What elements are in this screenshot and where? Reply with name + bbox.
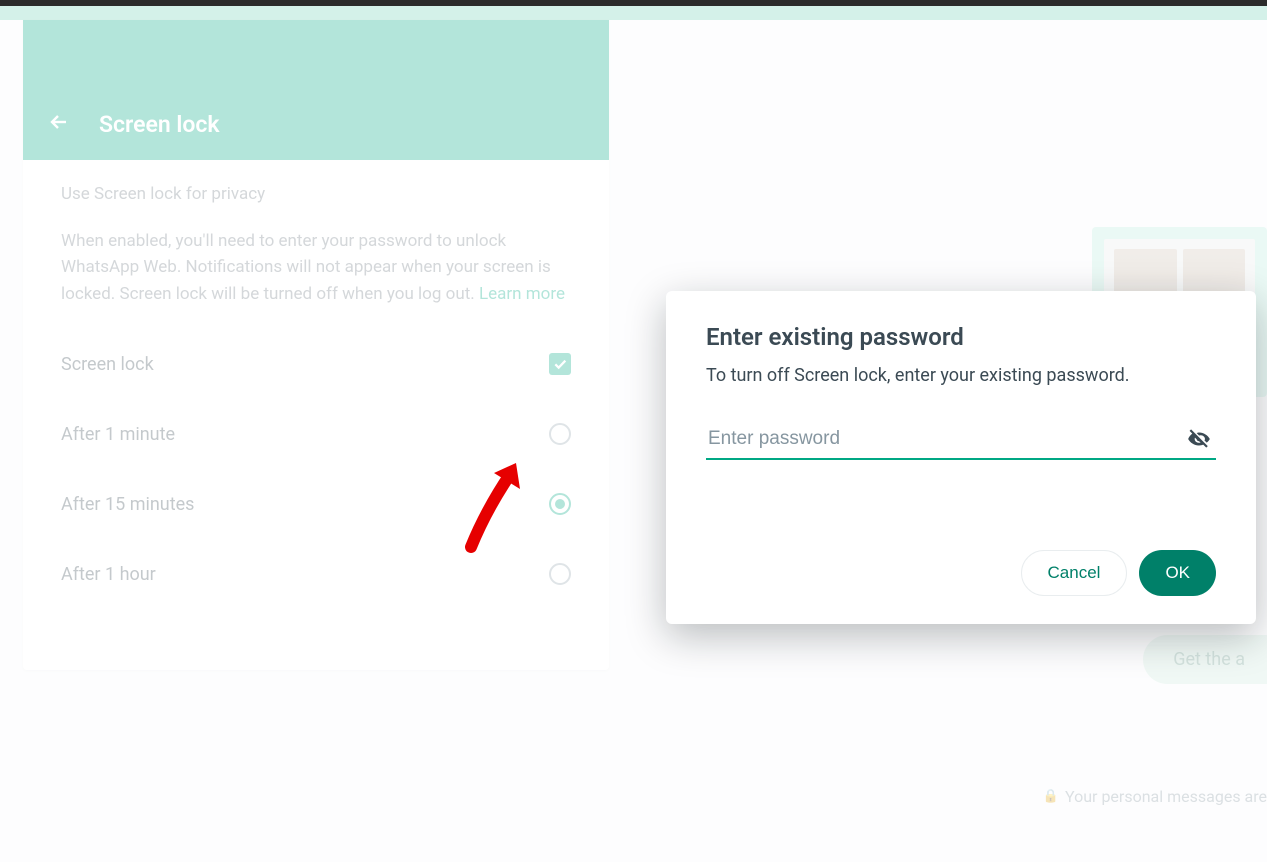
settings-panel: Screen lock Use Screen lock for privacy … bbox=[23, 20, 609, 670]
lock-icon: 🔒 bbox=[1043, 789, 1059, 804]
dialog-title: Enter existing password bbox=[706, 323, 1216, 351]
checkbox-checked-icon[interactable] bbox=[549, 353, 571, 375]
privacy-heading: Use Screen lock for privacy bbox=[61, 184, 571, 204]
main-area: Screen lock Use Screen lock for privacy … bbox=[0, 20, 1267, 862]
toggle-label: Screen lock bbox=[61, 354, 154, 375]
password-dialog: Enter existing password To turn off Scre… bbox=[666, 291, 1256, 624]
radio-unselected-icon[interactable] bbox=[549, 563, 571, 585]
settings-title: Screen lock bbox=[99, 111, 220, 138]
accent-stripe bbox=[0, 6, 1267, 20]
back-arrow-icon[interactable] bbox=[47, 110, 71, 138]
password-input[interactable] bbox=[706, 422, 1216, 458]
encryption-footer: 🔒 Your personal messages are bbox=[1043, 787, 1267, 806]
option-label: After 1 hour bbox=[61, 564, 156, 585]
eye-off-icon[interactable] bbox=[1186, 426, 1212, 456]
screen-lock-toggle-row[interactable]: Screen lock bbox=[61, 329, 571, 399]
footer-text: Your personal messages are bbox=[1065, 787, 1267, 806]
dialog-actions: Cancel OK bbox=[706, 550, 1216, 596]
description-text: When enabled, you'll need to enter your … bbox=[61, 228, 571, 307]
ok-button[interactable]: OK bbox=[1139, 550, 1216, 596]
get-app-button[interactable]: Get the a bbox=[1143, 635, 1267, 684]
settings-header: Screen lock bbox=[23, 20, 609, 160]
cancel-button[interactable]: Cancel bbox=[1021, 550, 1128, 596]
radio-selected-icon[interactable] bbox=[549, 493, 571, 515]
radio-unselected-icon[interactable] bbox=[549, 423, 571, 445]
learn-more-link[interactable]: Learn more bbox=[479, 284, 565, 304]
description-content: When enabled, you'll need to enter your … bbox=[61, 231, 551, 304]
option-row-15min[interactable]: After 15 minutes bbox=[61, 469, 571, 539]
password-input-wrap bbox=[706, 422, 1216, 460]
option-label: After 15 minutes bbox=[61, 494, 194, 515]
option-row-1hour[interactable]: After 1 hour bbox=[61, 539, 571, 609]
settings-body: Use Screen lock for privacy When enabled… bbox=[23, 160, 609, 633]
option-label: After 1 minute bbox=[61, 424, 175, 445]
option-row-1min[interactable]: After 1 minute bbox=[61, 399, 571, 469]
dialog-description: To turn off Screen lock, enter your exis… bbox=[706, 365, 1216, 386]
